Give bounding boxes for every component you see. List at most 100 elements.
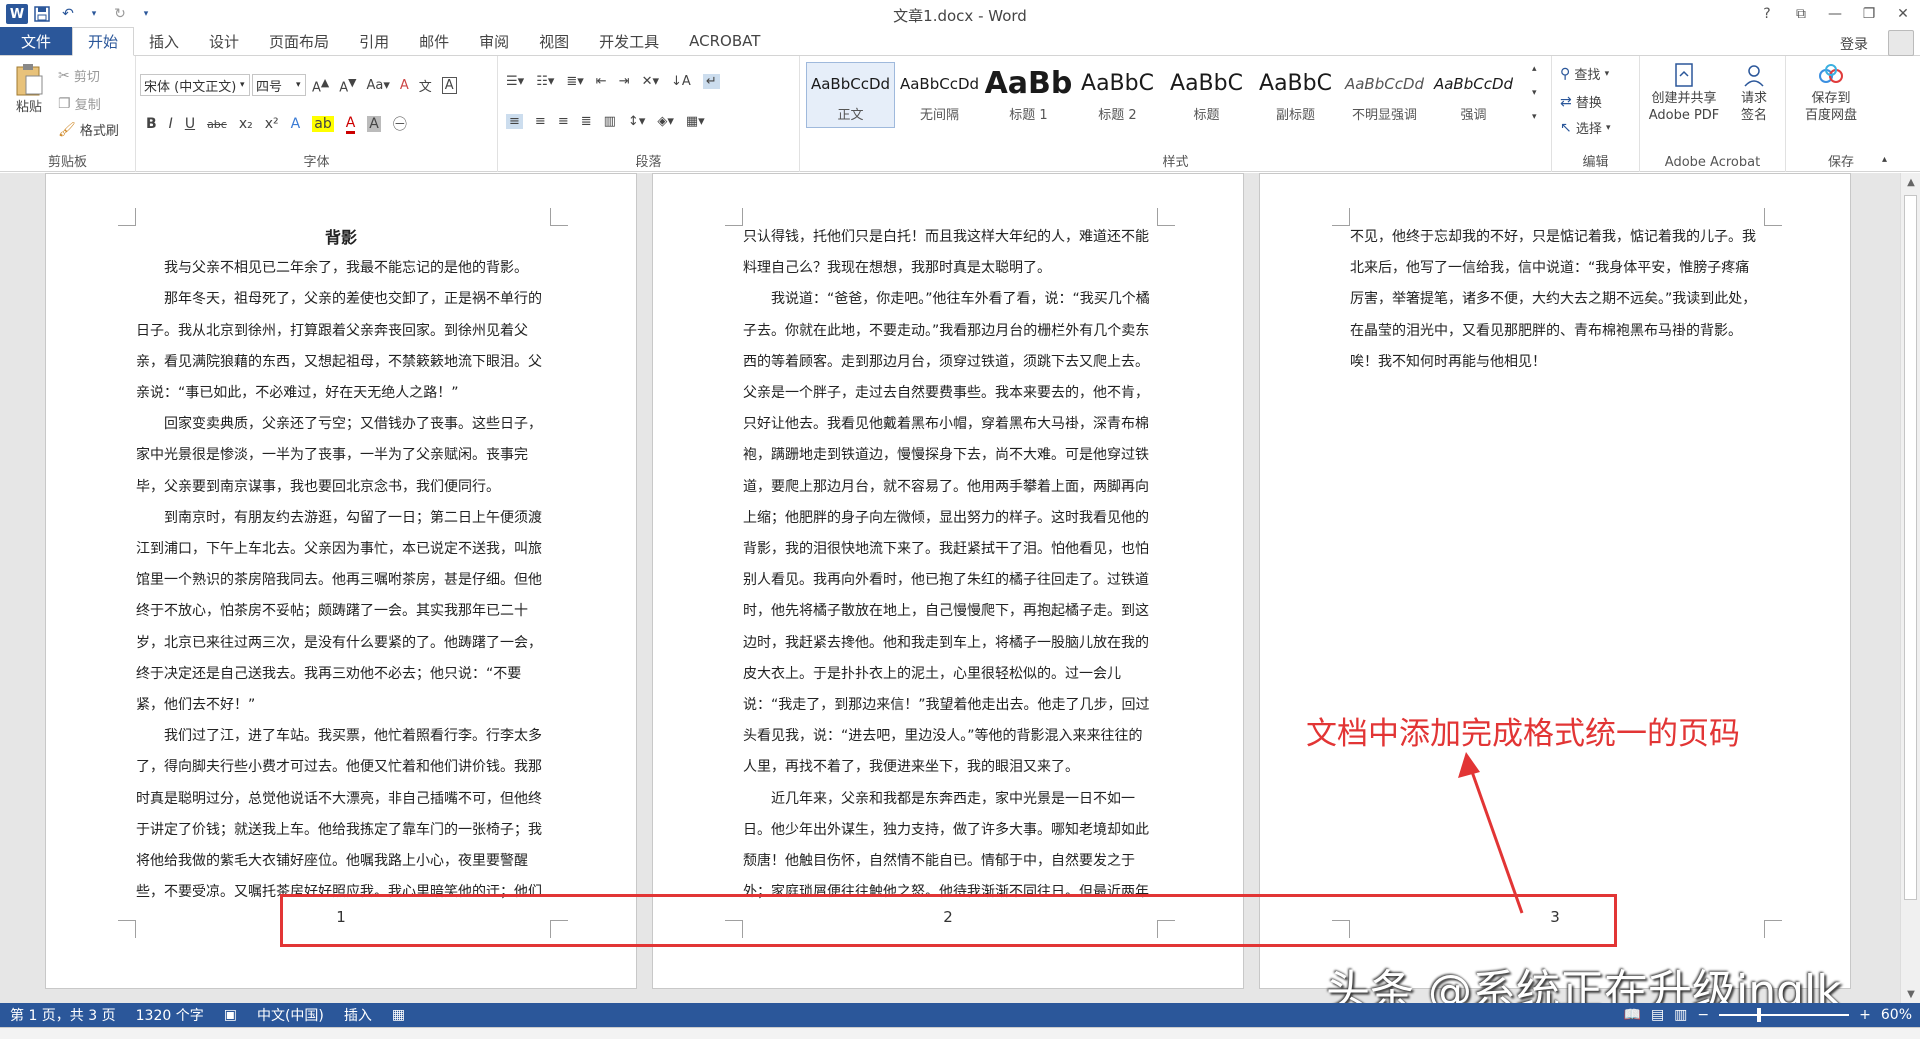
align-left-icon[interactable]: ≡ (506, 114, 523, 129)
line-spacing-icon[interactable]: ↕▾ (628, 114, 645, 129)
distributed-icon[interactable]: ▥ (604, 114, 616, 129)
tab-design[interactable]: 设计 (194, 27, 254, 55)
customize-qat-icon[interactable]: ▾ (134, 3, 158, 25)
scroll-down-icon[interactable]: ▼ (1901, 985, 1920, 1003)
italic-icon[interactable]: I (169, 116, 173, 132)
language-indicator[interactable]: 中文(中国) (247, 1005, 334, 1025)
chevron-down-icon[interactable]: ▾ (1532, 88, 1537, 98)
multilevel-list-icon[interactable]: ≣▾ (566, 74, 583, 89)
format-painter-button[interactable]: 🖌 格式刷 (58, 120, 119, 140)
zoom-slider[interactable] (1719, 1008, 1850, 1022)
styles-scroll[interactable]: ▴ ▾ ▾ (1532, 64, 1537, 122)
borders-icon[interactable]: ▦▾ (686, 114, 705, 129)
font-name-select[interactable]: 宋体 (中文正文) ▾ (140, 74, 250, 96)
copy-button[interactable]: ❐ 复制 (58, 94, 101, 114)
word-count[interactable]: 1320 个字 (126, 1005, 214, 1025)
minimize-button[interactable]: — (1818, 0, 1852, 28)
bullets-icon[interactable]: ☰▾ (506, 74, 524, 89)
tab-review[interactable]: 审阅 (464, 27, 524, 55)
numbering-icon[interactable]: ☷▾ (536, 74, 554, 89)
vertical-scrollbar[interactable]: ▲ ▼ (1900, 173, 1920, 1003)
maximize-button[interactable]: ❐ (1852, 0, 1886, 28)
shading-icon[interactable]: ◈▾ (657, 114, 674, 129)
justify-icon[interactable]: ≣ (581, 114, 592, 129)
style-subtitle[interactable]: AaBbC 副标题 (1251, 62, 1340, 128)
insert-mode[interactable]: 插入 (334, 1005, 382, 1025)
style-heading2[interactable]: AaBbC 标题 2 (1073, 62, 1162, 128)
tab-home[interactable]: 开始 (72, 27, 135, 56)
sort-icon[interactable]: ↓A (671, 74, 691, 89)
page-count[interactable]: 第 1 页，共 3 页 (0, 1005, 126, 1025)
request-signature-button[interactable]: 请求 签名 (1728, 62, 1780, 124)
align-center-icon[interactable]: ≡ (535, 114, 546, 129)
collapse-ribbon-icon[interactable]: ▴ (1882, 154, 1887, 165)
tab-references[interactable]: 引用 (344, 27, 404, 55)
undo-dropdown-icon[interactable]: ▾ (82, 3, 106, 25)
page-text[interactable]: 背影 我与父亲不相见已二年余了，我最不能忘记的是他的背影。 那年冬天，祖母死了，… (136, 222, 546, 908)
select-button[interactable]: ↖ 选择 ▾ (1560, 118, 1611, 138)
zoom-out-icon[interactable]: − (1697, 1007, 1709, 1023)
page-text[interactable]: 不见，他终于忘却我的不好，只是惦记着我，惦记着我的儿子。我北来后，他写了一信给我… (1350, 222, 1760, 378)
strikethrough-icon[interactable]: abc (207, 118, 227, 131)
macro-record-icon[interactable]: ▦ (382, 1007, 415, 1023)
tab-acrobat[interactable]: ACROBAT (674, 27, 775, 55)
shrink-font-icon[interactable]: A▼ (339, 76, 356, 95)
page-1[interactable]: 背影 我与父亲不相见已二年余了，我最不能忘记的是他的背影。 那年冬天，祖母死了，… (45, 173, 637, 989)
zoom-level[interactable]: 60% (1881, 1007, 1912, 1023)
tab-mailings[interactable]: 邮件 (404, 27, 464, 55)
paste-button[interactable]: 粘贴 (8, 62, 50, 115)
read-mode-icon[interactable]: 📖 (1624, 1007, 1641, 1023)
ribbon-display-options-button[interactable]: ⧉ (1784, 0, 1818, 28)
phonetic-guide-icon[interactable]: 文 (419, 76, 432, 95)
bold-icon[interactable]: B (146, 116, 157, 132)
font-size-select[interactable]: 四号 ▾ (252, 74, 306, 96)
style-subtle-emphasis[interactable]: AaBbCcDd 不明显强调 (1340, 62, 1429, 128)
save-to-baidu-button[interactable]: 保存到 百度网盘 (1796, 62, 1866, 124)
avatar[interactable] (1888, 30, 1914, 56)
tab-layout[interactable]: 页面布局 (254, 27, 344, 55)
align-right-icon[interactable]: ≡ (558, 114, 569, 129)
style-no-spacing[interactable]: AaBbCcDd 无间隔 (895, 62, 984, 128)
increase-indent-icon[interactable]: ⇥ (619, 74, 630, 89)
tab-view[interactable]: 视图 (524, 27, 584, 55)
decrease-indent-icon[interactable]: ⇤ (596, 74, 607, 89)
close-button[interactable]: ✕ (1886, 0, 1920, 28)
scrollbar-thumb[interactable] (1904, 195, 1917, 900)
more-styles-icon[interactable]: ▾ (1532, 112, 1537, 122)
redo-icon[interactable]: ↻ (108, 3, 132, 25)
font-color-icon[interactable]: A (345, 115, 356, 134)
style-emphasis[interactable]: AaBbCcDd 强调 (1429, 62, 1518, 128)
show-marks-icon[interactable]: ↵ (702, 74, 720, 89)
word-app-icon[interactable]: W (6, 4, 28, 24)
char-border-icon[interactable]: A (441, 77, 457, 95)
tab-insert[interactable]: 插入 (134, 27, 194, 55)
chevron-up-icon[interactable]: ▴ (1532, 64, 1537, 74)
find-button[interactable]: ⚲ 查找 ▾ (1560, 64, 1609, 84)
tab-developer[interactable]: 开发工具 (584, 27, 674, 55)
zoom-slider-thumb[interactable] (1756, 1008, 1761, 1022)
sign-in-link[interactable]: 登录 (1840, 34, 1868, 54)
char-shading-icon[interactable]: A (367, 116, 381, 132)
zoom-in-icon[interactable]: + (1859, 1007, 1871, 1023)
proofing-icon[interactable]: ▣ (214, 1007, 247, 1023)
page-2[interactable]: 只认得钱，托他们只是白托！而且我这样大年纪的人，难道还不能料理自己么？我现在想想… (652, 173, 1244, 989)
print-layout-icon[interactable]: ▤ (1651, 1007, 1664, 1023)
web-layout-icon[interactable]: ▥ (1674, 1007, 1687, 1023)
undo-icon[interactable]: ↶ (56, 3, 80, 25)
enclose-char-icon[interactable]: ㊀ (393, 114, 407, 134)
subscript-icon[interactable]: x₂ (239, 116, 253, 132)
scroll-up-icon[interactable]: ▲ (1901, 173, 1920, 191)
underline-icon[interactable]: U (185, 116, 195, 132)
clear-format-icon[interactable]: A (400, 78, 409, 93)
chinese-layout-icon[interactable]: ✕▾ (642, 74, 659, 89)
page-text[interactable]: 只认得钱，托他们只是白托！而且我这样大年纪的人，难道还不能料理自己么？我现在想想… (743, 222, 1153, 908)
style-title[interactable]: AaBbC 标题 (1162, 62, 1251, 128)
cut-button[interactable]: ✂ 剪切 (58, 66, 100, 86)
save-icon[interactable] (30, 3, 54, 25)
superscript-icon[interactable]: x² (265, 116, 279, 132)
grow-font-icon[interactable]: A▲ (312, 76, 329, 95)
highlight-icon[interactable]: ab (312, 116, 334, 132)
change-case-icon[interactable]: Aa▾ (366, 78, 389, 93)
style-normal[interactable]: AaBbCcDd 正文 (806, 62, 895, 128)
help-button[interactable]: ? (1750, 0, 1784, 28)
